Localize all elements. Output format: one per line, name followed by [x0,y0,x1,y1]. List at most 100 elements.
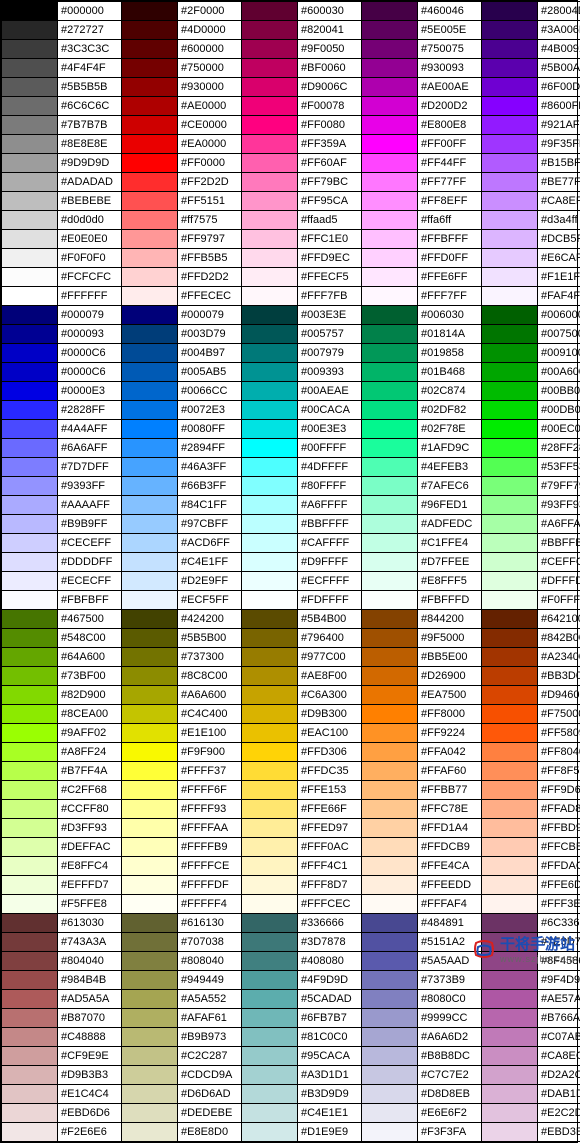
color-swatch[interactable] [242,78,298,97]
color-swatch[interactable] [362,895,418,914]
color-swatch[interactable] [122,306,178,325]
color-swatch[interactable] [122,420,178,439]
color-swatch[interactable] [482,382,538,401]
color-swatch[interactable] [482,1066,538,1085]
color-swatch[interactable] [482,724,538,743]
color-swatch[interactable] [362,534,418,553]
color-swatch[interactable] [2,439,58,458]
color-swatch[interactable] [242,2,298,21]
color-swatch[interactable] [362,173,418,192]
color-swatch[interactable] [362,990,418,1009]
color-swatch[interactable] [2,857,58,876]
color-swatch[interactable] [242,743,298,762]
color-swatch[interactable] [362,515,418,534]
color-swatch[interactable] [2,610,58,629]
color-swatch[interactable] [482,686,538,705]
color-swatch[interactable] [2,648,58,667]
color-swatch[interactable] [362,21,418,40]
color-swatch[interactable] [122,344,178,363]
color-swatch[interactable] [242,705,298,724]
color-swatch[interactable] [242,895,298,914]
color-swatch[interactable] [122,59,178,78]
color-swatch[interactable] [242,154,298,173]
color-swatch[interactable] [122,496,178,515]
color-swatch[interactable] [482,439,538,458]
color-swatch[interactable] [242,534,298,553]
color-swatch[interactable] [242,990,298,1009]
color-swatch[interactable] [2,78,58,97]
color-swatch[interactable] [2,135,58,154]
color-swatch[interactable] [122,401,178,420]
color-swatch[interactable] [2,363,58,382]
color-swatch[interactable] [2,724,58,743]
color-swatch[interactable] [242,306,298,325]
color-swatch[interactable] [242,819,298,838]
color-swatch[interactable] [362,762,418,781]
color-swatch[interactable] [2,306,58,325]
color-swatch[interactable] [242,724,298,743]
color-swatch[interactable] [362,648,418,667]
color-swatch[interactable] [362,591,418,610]
color-swatch[interactable] [362,154,418,173]
color-swatch[interactable] [122,363,178,382]
color-swatch[interactable] [2,591,58,610]
color-swatch[interactable] [242,591,298,610]
color-swatch[interactable] [482,458,538,477]
color-swatch[interactable] [122,382,178,401]
color-swatch[interactable] [362,1009,418,1028]
color-swatch[interactable] [122,781,178,800]
color-swatch[interactable] [362,1104,418,1123]
color-swatch[interactable] [122,21,178,40]
color-swatch[interactable] [362,40,418,59]
color-swatch[interactable] [362,2,418,21]
color-swatch[interactable] [362,572,418,591]
color-swatch[interactable] [482,97,538,116]
color-swatch[interactable] [2,1123,58,1142]
color-swatch[interactable] [482,629,538,648]
color-swatch[interactable] [2,1028,58,1047]
color-swatch[interactable] [2,762,58,781]
color-swatch[interactable] [122,439,178,458]
color-swatch[interactable] [122,838,178,857]
color-swatch[interactable] [122,287,178,306]
color-swatch[interactable] [122,724,178,743]
color-swatch[interactable] [2,154,58,173]
color-swatch[interactable] [122,2,178,21]
color-swatch[interactable] [482,990,538,1009]
color-swatch[interactable] [242,97,298,116]
color-swatch[interactable] [482,534,538,553]
color-swatch[interactable] [482,800,538,819]
color-swatch[interactable] [122,876,178,895]
color-swatch[interactable] [242,325,298,344]
color-swatch[interactable] [242,610,298,629]
color-swatch[interactable] [122,914,178,933]
color-swatch[interactable] [482,116,538,135]
color-swatch[interactable] [122,249,178,268]
color-swatch[interactable] [2,344,58,363]
color-swatch[interactable] [482,1085,538,1104]
color-swatch[interactable] [362,116,418,135]
color-swatch[interactable] [2,1085,58,1104]
color-swatch[interactable] [122,971,178,990]
color-swatch[interactable] [362,382,418,401]
color-swatch[interactable] [242,515,298,534]
color-swatch[interactable] [242,952,298,971]
color-swatch[interactable] [242,667,298,686]
color-swatch[interactable] [122,325,178,344]
color-swatch[interactable] [482,173,538,192]
color-swatch[interactable] [482,648,538,667]
color-swatch[interactable] [242,420,298,439]
color-swatch[interactable] [362,97,418,116]
color-swatch[interactable] [2,686,58,705]
color-swatch[interactable] [362,914,418,933]
color-swatch[interactable] [122,97,178,116]
color-swatch[interactable] [242,59,298,78]
color-swatch[interactable] [122,211,178,230]
color-swatch[interactable] [482,762,538,781]
color-swatch[interactable] [482,1123,538,1142]
color-swatch[interactable] [362,1028,418,1047]
color-swatch[interactable] [362,192,418,211]
color-swatch[interactable] [482,591,538,610]
color-swatch[interactable] [242,686,298,705]
color-swatch[interactable] [362,477,418,496]
